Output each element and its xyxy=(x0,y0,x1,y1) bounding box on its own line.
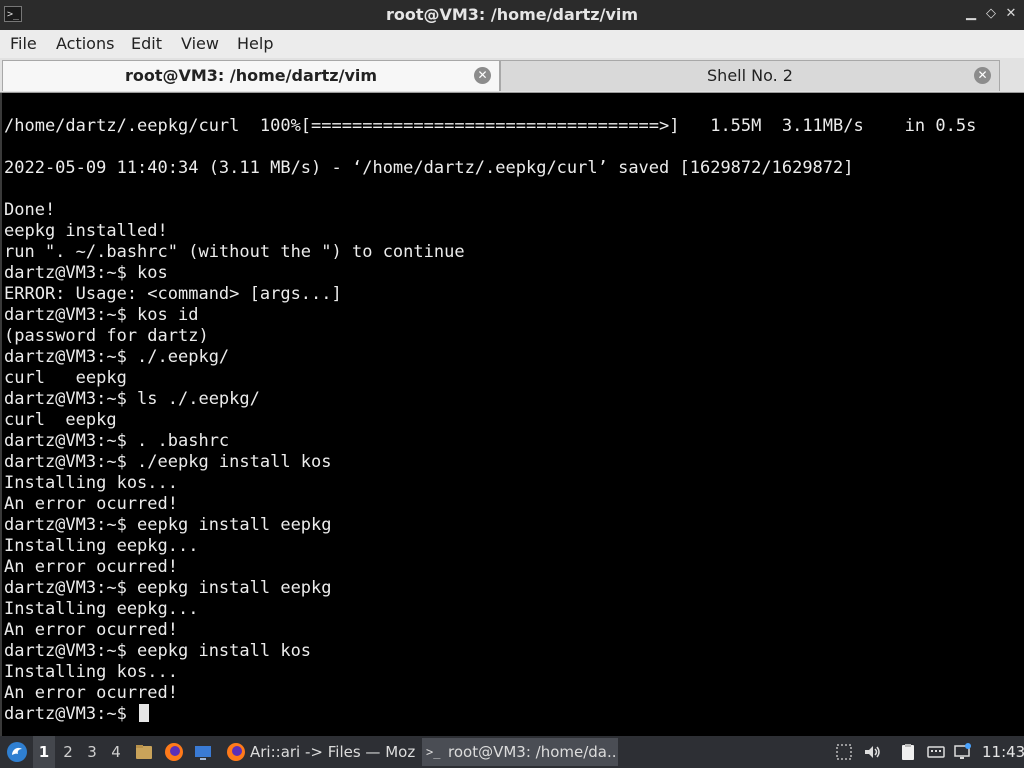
terminal-line: /home/dartz/.eepkg/curl 100%[===========… xyxy=(4,116,977,136)
terminal-line: Installing kos... xyxy=(4,662,178,682)
clipboard-icon[interactable] xyxy=(898,742,918,762)
workspace-4[interactable]: 4 xyxy=(105,736,127,768)
terminal-line: Installing eepkg... xyxy=(4,536,199,556)
terminal-line: Installing kos... xyxy=(4,473,178,493)
terminal-line: ERROR: Usage: <command> [args...] xyxy=(4,284,342,304)
workspace-2[interactable]: 2 xyxy=(57,736,79,768)
terminal-prompt-line[interactable]: dartz@VM3:~$ xyxy=(4,704,150,725)
menu-help[interactable]: Help xyxy=(237,34,273,53)
terminal-icon: >_ xyxy=(426,745,441,759)
window-title: root@VM3: /home/dartz/vim xyxy=(385,5,639,24)
window-titlebar[interactable]: >_ root@VM3: /home/dartz/vim ▁ ◇ ✕ xyxy=(0,0,1024,30)
menu-actions[interactable]: Actions xyxy=(56,34,114,53)
terminal-line: dartz@VM3:~$ ./.eepkg/ xyxy=(4,347,230,367)
menu-edit[interactable]: Edit xyxy=(131,34,162,53)
terminal-line: An error ocurred! xyxy=(4,683,178,703)
firefox-icon xyxy=(227,743,245,761)
terminal-line: dartz@VM3:~$ eepkg install eepkg xyxy=(4,578,332,598)
terminal-line: curl eepkg xyxy=(4,368,127,388)
tab-close-icon[interactable]: ✕ xyxy=(974,67,991,84)
screenshot-icon[interactable] xyxy=(834,742,854,762)
terminal-line: dartz@VM3:~$ . .bashrc xyxy=(4,431,230,451)
terminal-line: curl eepkg xyxy=(4,410,117,430)
desktop-icon[interactable] xyxy=(193,742,213,762)
start-menu-icon[interactable] xyxy=(6,741,28,763)
menu-file[interactable]: File xyxy=(10,34,37,53)
tab-label: root@VM3: /home/dartz/vim xyxy=(124,66,378,85)
terminal-line: An error ocurred! xyxy=(4,494,178,514)
minimize-icon[interactable]: ▁ xyxy=(962,5,980,23)
clock[interactable]: 11:43 xyxy=(982,736,1024,768)
tab-shell-2[interactable]: Shell No. 2 ✕ xyxy=(500,60,1000,91)
firefox-icon[interactable] xyxy=(164,742,184,762)
taskbar: 1 2 3 4 Ari::ari -> Files — Mozi... >_ r… xyxy=(0,736,1024,768)
task-firefox[interactable]: Ari::ari -> Files — Mozi... xyxy=(224,738,416,766)
maximize-icon[interactable]: ◇ xyxy=(982,5,1000,23)
terminal-line: 2022-05-09 11:40:34 (3.11 MB/s) - ‘/home… xyxy=(4,158,854,178)
terminal-line: run ". ~/.bashrc" (without the ") to con… xyxy=(4,242,465,262)
terminal-line: dartz@VM3:~$ ./eepkg install kos xyxy=(4,452,332,472)
terminal-line: dartz@VM3:~$ ls ./.eepkg/ xyxy=(4,389,260,409)
menu-view[interactable]: View xyxy=(181,34,219,53)
workspace-1[interactable]: 1 xyxy=(33,736,55,768)
terminal-line: dartz@VM3:~$ eepkg install kos xyxy=(4,641,312,661)
file-manager-icon[interactable] xyxy=(134,742,154,762)
terminal-line: dartz@VM3:~$ kos id xyxy=(4,305,199,325)
tab-close-icon[interactable]: ✕ xyxy=(474,67,491,84)
keyboard-icon[interactable] xyxy=(926,742,946,762)
tab-bar: root@VM3: /home/dartz/vim ✕ Shell No. 2 … xyxy=(0,58,1024,93)
menu-bar: File Actions Edit View Help xyxy=(0,30,1024,58)
task-label: Ari::ari -> Files — Mozi... xyxy=(250,743,416,761)
terminal-prompt: dartz@VM3:~$ xyxy=(4,704,138,724)
tab-label: Shell No. 2 xyxy=(707,66,793,85)
terminal-line: (password for dartz) xyxy=(4,326,209,346)
volume-icon[interactable] xyxy=(862,742,882,762)
task-terminal[interactable]: >_ root@VM3: /home/da... xyxy=(422,738,618,766)
task-label: root@VM3: /home/da... xyxy=(448,743,618,761)
terminal-line: Installing eepkg... xyxy=(4,599,199,619)
terminal-line: An error ocurred! xyxy=(4,620,178,640)
terminal-line: An error ocurred! xyxy=(4,557,178,577)
terminal-line: dartz@VM3:~$ eepkg install eepkg xyxy=(4,515,332,535)
terminal-output[interactable]: /home/dartz/.eepkg/curl 100%[===========… xyxy=(0,93,1024,736)
terminal-line: Done! xyxy=(4,200,56,220)
terminal-line: dartz@VM3:~$ kos xyxy=(4,263,168,283)
terminal-line: eepkg installed! xyxy=(4,221,168,241)
workspace-3[interactable]: 3 xyxy=(81,736,103,768)
text-cursor xyxy=(139,704,150,722)
tab-root-vim[interactable]: root@VM3: /home/dartz/vim ✕ xyxy=(2,60,500,91)
close-icon[interactable]: ✕ xyxy=(1002,5,1020,23)
network-icon[interactable] xyxy=(952,742,972,762)
